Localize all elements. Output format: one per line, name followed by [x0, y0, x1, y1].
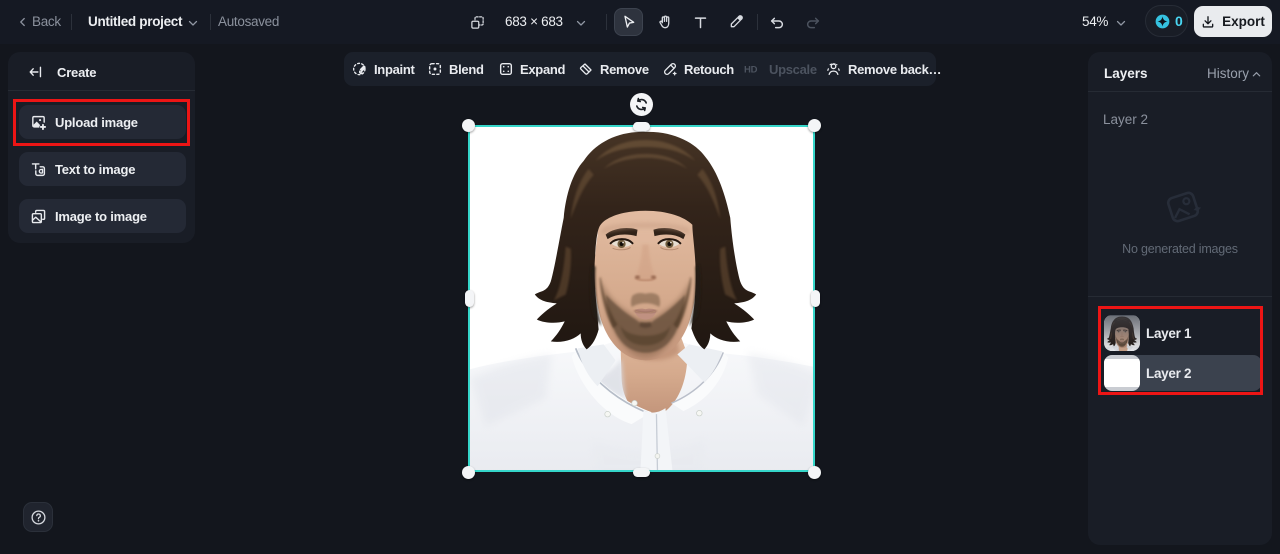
- svg-text:HD: HD: [744, 65, 758, 76]
